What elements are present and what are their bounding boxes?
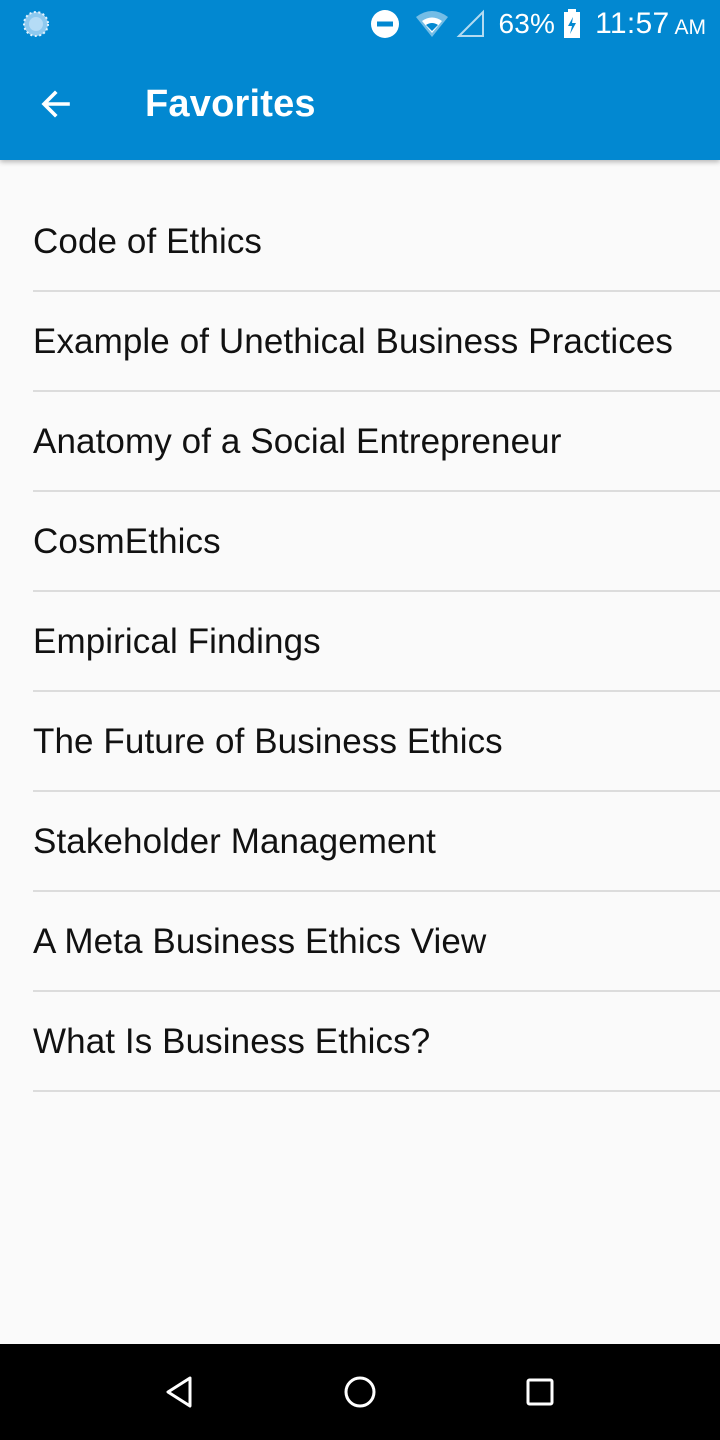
nav-recents-button[interactable]	[516, 1368, 564, 1416]
list-item-label: Code of Ethics	[33, 222, 263, 261]
signal-icon	[457, 9, 485, 37]
list-item-label: Anatomy of a Social Entrepreneur	[33, 422, 562, 461]
list-item[interactable]: A Meta Business Ethics View	[33, 892, 720, 992]
list-item-label: CosmEthics	[33, 522, 221, 561]
battery-charging-icon	[564, 9, 581, 38]
list-item-label: Empirical Findings	[33, 622, 321, 661]
do-not-disturb-icon	[371, 10, 400, 38]
clock-time: 11:57	[595, 7, 670, 40]
page-title: Favorites	[145, 83, 316, 125]
list-item[interactable]: Stakeholder Management	[33, 792, 720, 892]
list-item-label: The Future of Business Ethics	[33, 722, 503, 761]
list-item-label: What Is Business Ethics?	[33, 1022, 431, 1061]
nav-home-button[interactable]	[336, 1368, 384, 1416]
back-button[interactable]	[24, 72, 88, 136]
status-bar: 63% 11:57 AM	[0, 0, 720, 48]
nav-back-button[interactable]	[156, 1368, 204, 1416]
status-icons: 63% 11:57 AM	[370, 0, 706, 48]
nav-recents-icon	[526, 1378, 554, 1406]
clock-ampm: AM	[674, 16, 707, 39]
list-item[interactable]: Empirical Findings	[33, 592, 720, 692]
list-item[interactable]: The Future of Business Ethics	[33, 692, 720, 792]
battery-percent: 63%	[498, 8, 556, 39]
list-item[interactable]: Code of Ethics	[33, 192, 720, 292]
system-nav-bar	[0, 1344, 720, 1440]
arrow-left-icon	[41, 90, 70, 118]
list-item-label: Example of Unethical Business Practices	[33, 322, 674, 361]
favorites-list: Code of Ethics Example of Unethical Busi…	[0, 192, 720, 1092]
nav-back-icon	[166, 1376, 192, 1408]
nav-home-icon	[344, 1376, 376, 1408]
list-item[interactable]: Example of Unethical Business Practices	[33, 292, 720, 392]
favorites-screen: 63% 11:57 AM Favorites Code of Ethics Ex…	[0, 0, 720, 1440]
toolbar: Favorites	[0, 48, 720, 160]
list-item[interactable]: What Is Business Ethics?	[33, 992, 720, 1092]
list-item-label: A Meta Business Ethics View	[33, 922, 487, 961]
list-item-label: Stakeholder Management	[33, 822, 437, 861]
loading-icon	[23, 11, 49, 37]
wifi-icon	[416, 11, 449, 37]
list-item[interactable]: CosmEthics	[33, 492, 720, 592]
app-bar: 63% 11:57 AM Favorites	[0, 0, 720, 160]
list-item[interactable]: Anatomy of a Social Entrepreneur	[33, 392, 720, 492]
